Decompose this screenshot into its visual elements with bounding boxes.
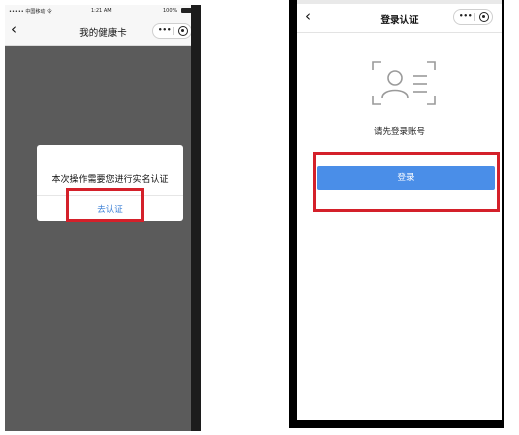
- status-bar: ••••• 中国移动 令 1:21 AM 100%: [5, 5, 201, 17]
- status-time: 1:21 AM: [91, 8, 112, 14]
- dialog-message: 本次操作需要您进行实名认证: [51, 175, 169, 185]
- id-card-scan-icon: [372, 61, 436, 105]
- phone-edge: [191, 5, 201, 431]
- highlight-box: [313, 152, 500, 212]
- more-dots-icon[interactable]: •••: [459, 12, 472, 20]
- login-prompt: 请先登录账号: [373, 127, 425, 137]
- capsule-divider: [173, 27, 174, 35]
- mini-program-capsule: •••: [152, 23, 192, 39]
- battery-percent: 100%: [163, 8, 178, 14]
- highlight-box: [66, 188, 144, 222]
- target-close-icon[interactable]: [479, 12, 489, 22]
- capsule-divider: [474, 13, 475, 21]
- mini-program-capsule: •••: [453, 9, 493, 25]
- more-dots-icon[interactable]: •••: [158, 26, 171, 34]
- nav-bar: ‹ 我的健康卡 •••: [5, 17, 201, 46]
- carrier-label: ••••• 中国移动 令: [9, 9, 52, 15]
- target-close-icon[interactable]: [178, 26, 188, 36]
- nav-bar: ‹ 登录认证 •••: [297, 4, 502, 33]
